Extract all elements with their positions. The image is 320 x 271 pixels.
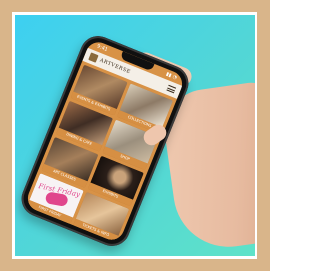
hamburger-menu-icon[interactable] (166, 84, 177, 94)
phone-screen: 9:41 ▮▮ ◔ ARTVERSE EVENTS & EXHIBITS COL… (23, 38, 187, 244)
logo-icon (88, 52, 99, 63)
tile-grid: EVENTS & EXHIBITS COLLECTIONS DINING & C… (26, 64, 174, 243)
product-photo-scene: 9:41 ▮▮ ◔ ARTVERSE EVENTS & EXHIBITS COL… (15, 15, 255, 256)
